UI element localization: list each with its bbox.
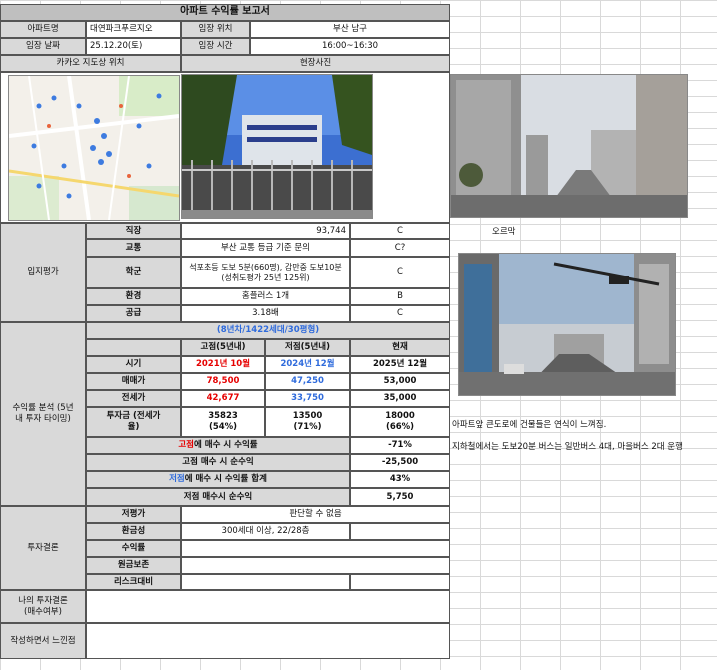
eval-value-school[interactable]: 석포초등 도보 5분(660명), 감만중 도보10분(성취도평가 25년 12… — [181, 257, 350, 288]
profit-sale-current[interactable]: 53,000 — [350, 373, 450, 390]
profit-investment-low[interactable]: 13500 (71%) — [265, 407, 350, 437]
profit-label-lease: 전세가 — [86, 390, 181, 407]
visit-time-value[interactable]: 16:00~16:30 — [250, 38, 450, 55]
conclusion-value-undervalued[interactable]: 판단할 수 없음 — [181, 506, 450, 523]
conclusion-value-principal[interactable] — [181, 557, 450, 574]
eval-label-work: 직장 — [86, 223, 181, 239]
profit-header-blank — [86, 339, 181, 356]
profit-sale-low[interactable]: 47,250 — [265, 373, 350, 390]
conclusion-value-return[interactable] — [181, 540, 450, 557]
eval-grade-work[interactable]: C — [350, 223, 450, 239]
apt-name-value[interactable]: 대연파크푸르지오 — [86, 21, 181, 38]
eval-grade-supply[interactable]: C — [350, 305, 450, 322]
profit-period-high[interactable]: 2021년 10월 — [181, 356, 265, 373]
visit-date-label: 임장 날짜 — [0, 38, 86, 55]
conclusion-label-undervalued: 저평가 — [86, 506, 181, 523]
road-graphic — [459, 254, 675, 395]
eval-value-supply[interactable]: 3.18배 — [181, 305, 350, 322]
summary-low-rate-suffix: 에 매수 시 수익률 합계 — [184, 474, 267, 485]
site-photo-road[interactable] — [458, 253, 676, 396]
eval-grade-transport[interactable]: C? — [350, 239, 450, 257]
location-value[interactable]: 부산 남구 — [250, 21, 450, 38]
profit-lease-high[interactable]: 42,677 — [181, 390, 265, 407]
eval-label-transport: 교통 — [86, 239, 181, 257]
profit-sale-high[interactable]: 78,500 — [181, 373, 265, 390]
conclusion-extra-liquidity[interactable] — [350, 523, 450, 540]
map-section-label: 카카오 지도상 위치 — [0, 55, 181, 72]
profit-subtitle: (8년차/1422세대/30평형) — [86, 322, 450, 339]
profit-section-label: 수익률 분석 (5년 내 투자 타이밍) — [0, 322, 86, 506]
profit-period-current[interactable]: 2025년 12월 — [350, 356, 450, 373]
profit-period-low[interactable]: 2024년 12월 — [265, 356, 350, 373]
school-gate-graphic — [182, 75, 372, 218]
profit-label-investment: 투자금 (전세가율) — [86, 407, 181, 437]
conclusion-value-risk[interactable] — [181, 574, 350, 590]
my-conclusion-value[interactable] — [86, 590, 450, 623]
profit-header-low: 저점(5년내) — [265, 339, 350, 356]
summary-label-high-net: 고점 매수 시 순수익 — [86, 454, 350, 471]
summary-label-low-rate: 저점 에 매수 시 수익률 합계 — [86, 471, 350, 488]
site-photo-street[interactable] — [450, 74, 688, 218]
conclusion-section-label: 투자결론 — [0, 506, 86, 590]
eval-value-transport[interactable]: 부산 교통 등급 기준 문의 — [181, 239, 350, 257]
conclusion-extra-risk[interactable] — [350, 574, 450, 590]
kakao-map-image[interactable] — [8, 75, 180, 221]
conclusion-value-liquidity[interactable]: 300세대 이상, 22/28층 — [181, 523, 350, 540]
notes-label: 작성하면서 느낀점 — [0, 623, 86, 659]
conclusion-label-liquidity: 환금성 — [86, 523, 181, 540]
eval-value-environment[interactable]: 홈플러스 1개 — [181, 288, 350, 305]
eval-label-school: 학군 — [86, 257, 181, 288]
street-graphic — [451, 75, 687, 217]
my-conclusion-label: 나의 투자결론 (매수여부) — [0, 590, 86, 623]
eval-value-work[interactable]: 93,744 — [181, 223, 350, 239]
visit-time-label: 임장 시간 — [181, 38, 250, 55]
uphill-note[interactable]: 오르막 — [492, 225, 515, 237]
visit-date-value[interactable]: 25.12.20(토) — [86, 38, 181, 55]
profit-investment-high[interactable]: 35823 (54%) — [181, 407, 265, 437]
eval-label-supply: 공급 — [86, 305, 181, 322]
location-eval-section-label: 입지평가 — [0, 223, 86, 322]
conclusion-label-risk: 리스크대비 — [86, 574, 181, 590]
summary-high-net-value[interactable]: -25,500 — [350, 454, 450, 471]
summary-low-rate-prefix: 저점 — [169, 474, 185, 485]
summary-high-rate-value[interactable]: -71% — [350, 437, 450, 454]
profit-label-sale: 매매가 — [86, 373, 181, 390]
summary-high-rate-prefix: 고점 — [178, 440, 194, 451]
side-note-2[interactable]: 지하철에서는 도보20분 버스는 일반버스 4대, 마을버스 2대 운행 — [452, 440, 683, 452]
summary-low-net-value[interactable]: 5,750 — [350, 488, 450, 506]
notes-value[interactable] — [86, 623, 450, 659]
profit-investment-current[interactable]: 18000 (66%) — [350, 407, 450, 437]
photo-section-label: 현장사진 — [181, 55, 450, 72]
profit-lease-low[interactable]: 33,750 — [265, 390, 350, 407]
summary-low-rate-value[interactable]: 43% — [350, 471, 450, 488]
map-graphic — [9, 76, 179, 220]
location-label: 임장 위치 — [181, 21, 250, 38]
eval-grade-school[interactable]: C — [350, 257, 450, 288]
eval-grade-environment[interactable]: B — [350, 288, 450, 305]
conclusion-label-return: 수익률 — [86, 540, 181, 557]
report-title: 아파트 수익률 보고서 — [0, 4, 450, 21]
profit-header-high: 고점(5년내) — [181, 339, 265, 356]
apt-name-label: 아파트명 — [0, 21, 86, 38]
eval-label-environment: 환경 — [86, 288, 181, 305]
summary-label-high-rate: 고점 에 매수 시 수익률 — [86, 437, 350, 454]
profit-lease-current[interactable]: 35,000 — [350, 390, 450, 407]
summary-high-rate-suffix: 에 매수 시 수익률 — [194, 440, 258, 451]
side-note-1[interactable]: 아파트앞 큰도로에 건물들은 연식이 느껴짐. — [452, 418, 606, 430]
site-photo-school-gate[interactable] — [181, 74, 373, 219]
summary-label-low-net: 저점 매수시 순수익 — [86, 488, 350, 506]
profit-header-current: 현재 — [350, 339, 450, 356]
profit-label-period: 시기 — [86, 356, 181, 373]
conclusion-label-principal: 원금보존 — [86, 557, 181, 574]
